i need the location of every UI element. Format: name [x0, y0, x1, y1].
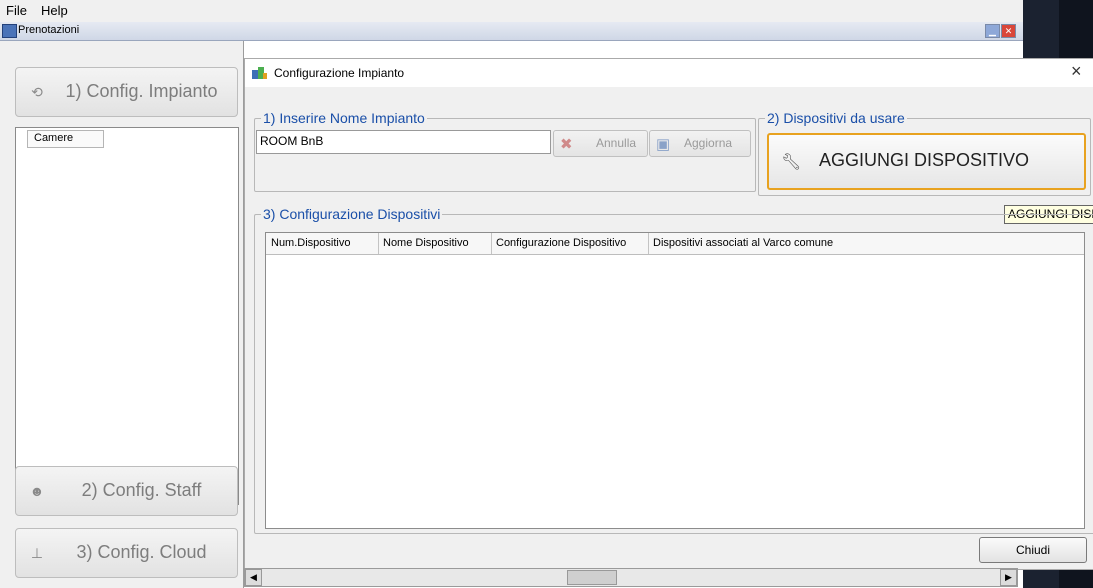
cancel-icon: ✖ [560, 136, 573, 153]
menu-help[interactable]: Help [41, 3, 68, 18]
wrench-icon: 🔧︎ [781, 154, 802, 171]
people-icon: ☻ [29, 483, 45, 499]
column-header[interactable]: Nome Dispositivo [378, 233, 492, 254]
minimize-icon[interactable]: ▁ [985, 24, 1000, 38]
aggiorna-button[interactable]: ▣ Aggiorna [649, 130, 751, 157]
app-icon [252, 67, 267, 79]
window-title: Prenotazioni [18, 24, 80, 36]
column-header[interactable]: Dispositivi associati al Varco comune [648, 233, 1084, 254]
config-cloud-button[interactable]: ⊥ 3) Config. Cloud [15, 528, 238, 578]
group-nome-impianto-legend: 1) Inserire Nome Impianto [261, 110, 427, 126]
aggiungi-dispositivo-button[interactable]: 🔧︎ AGGIUNGI DISPOSITIVO [767, 133, 1086, 190]
config-impianto-button[interactable]: ⟲ 1) Config. Impianto [15, 67, 238, 117]
menu-file[interactable]: File [6, 3, 27, 18]
chiudi-button[interactable]: Chiudi [979, 537, 1087, 563]
refresh-icon: ⟲ [31, 84, 43, 100]
dialog-titlebar: Configurazione Impianto × [245, 59, 1093, 87]
menu-bar: File Help [0, 0, 1023, 23]
scroll-right-icon[interactable]: ▶ [1000, 569, 1017, 586]
table-header: Num.Dispositivo Nome Dispositivo Configu… [266, 233, 1084, 255]
config-staff-button[interactable]: ☻ 2) Config. Staff [15, 466, 238, 516]
sidebar: ⟲ 1) Config. Impianto Camere ☻ 2) Config… [0, 41, 244, 588]
window-icon [2, 24, 17, 38]
dispositivi-table[interactable]: Num.Dispositivo Nome Dispositivo Configu… [265, 232, 1085, 529]
dialog-title: Configurazione Impianto [274, 66, 405, 80]
group-dispositivi-legend: 2) Dispositivi da usare [765, 110, 907, 126]
close-icon[interactable]: ✕ [1001, 24, 1016, 38]
window-titlebar: Prenotazioni ▁ ✕ [0, 22, 1023, 41]
column-header[interactable]: Configurazione Dispositivo [491, 233, 649, 254]
annulla-button[interactable]: ✖ Annulla [553, 130, 648, 157]
nome-impianto-input[interactable]: ROOM BnB [256, 130, 551, 154]
config-impianto-label: 1) Config. Impianto [65, 81, 218, 101]
group-configurazione-legend: 3) Configurazione Dispositivi [261, 206, 443, 222]
column-header[interactable]: Num.Dispositivo [266, 233, 379, 254]
save-icon: ▣ [656, 136, 671, 153]
scroll-left-icon[interactable]: ◀ [245, 569, 262, 586]
camere-list[interactable]: Camere [15, 127, 239, 505]
network-icon: ⊥ [30, 545, 44, 561]
config-staff-label: 2) Config. Staff [81, 480, 202, 500]
scroll-thumb[interactable] [567, 570, 617, 585]
camere-column-header[interactable]: Camere [27, 130, 104, 148]
dialog-close-icon[interactable]: × [1071, 61, 1082, 82]
config-cloud-label: 3) Config. Cloud [76, 542, 207, 562]
horizontal-scrollbar[interactable]: ◀ ▶ [244, 568, 1018, 587]
